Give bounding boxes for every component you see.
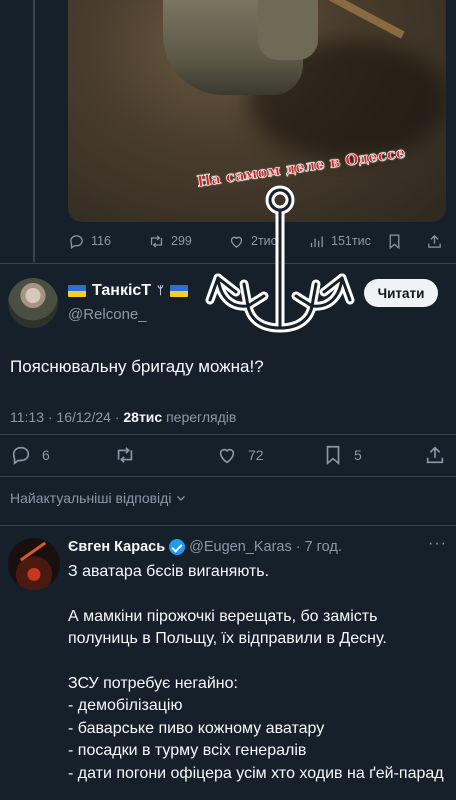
reply-author-handle[interactable]: @Eugen_Karas: [189, 539, 292, 555]
retweet-icon: [117, 447, 133, 463]
thread-line: [33, 0, 35, 262]
heart-icon: [219, 448, 235, 464]
reply-action[interactable]: 6: [10, 441, 50, 469]
reply-time[interactable]: · 7 год.: [296, 539, 342, 555]
tweet-views-label: переглядів: [166, 409, 237, 425]
reply-line-gap: [68, 584, 448, 606]
reply-line: - демобілізацію: [68, 697, 183, 714]
avatar[interactable]: [8, 278, 58, 328]
reply-icon: [70, 234, 83, 249]
more-options-icon[interactable]: ···: [428, 535, 447, 553]
share-action[interactable]: [426, 230, 443, 252]
ukraine-flag-icon: [68, 285, 86, 297]
avatar[interactable]: [8, 538, 60, 590]
retweet-count: 299: [171, 234, 192, 248]
reply-header: Євген Карась @Eugen_Karas · 7 год.: [68, 539, 342, 555]
reply-text: З аватара бєсів виганяють. А мамкіни пір…: [68, 561, 448, 785]
chevron-down-icon: [177, 496, 186, 501]
reply-line: А мамкіни пірожочкі верещать, бо замість…: [68, 607, 387, 648]
reply-count: 116: [91, 234, 111, 248]
share-action[interactable]: [424, 441, 446, 469]
reply-icon: [12, 446, 30, 465]
like-action[interactable]: 72: [216, 441, 264, 469]
ukraine-flag-icon: [169, 285, 188, 297]
bookmark-action[interactable]: 5: [322, 441, 362, 469]
tweet-meta: 11:13 · 16/12/24 · 28тис переглядів: [10, 409, 236, 425]
author-handle[interactable]: @Relcone_: [68, 306, 147, 323]
divider: [0, 434, 456, 435]
author-name-row[interactable]: ТанкісТ ᛘ: [68, 282, 188, 300]
reply-line-gap: [68, 651, 448, 673]
divider: [0, 525, 456, 526]
anchor-icon: [205, 185, 355, 333]
reply-sort-selector[interactable]: Найактуальніші відповіді: [10, 490, 187, 506]
tweet-text: Пояснювальну бригаду можна!?: [10, 357, 264, 376]
reply-action[interactable]: 116: [68, 230, 111, 252]
reply-author-name[interactable]: Євген Карась: [68, 539, 165, 555]
reply-line: З аватара бєсів виганяють.: [68, 563, 270, 580]
bookmark-icon: [326, 445, 340, 466]
tweet-timestamp[interactable]: 11:13 · 16/12/24 ·: [10, 409, 123, 425]
retweet-action[interactable]: 299: [148, 230, 192, 252]
like-count: 72: [248, 447, 264, 463]
retweet-action[interactable]: [114, 441, 136, 469]
bookmark-icon: [389, 233, 400, 249]
main-tweet-actions: 6 72 5: [0, 441, 456, 469]
bookmark-action[interactable]: [386, 230, 403, 252]
retweet-icon: [150, 234, 163, 248]
reply-line: - баварське пиво кожному аватару: [68, 719, 325, 737]
follow-button[interactable]: Читати: [364, 279, 438, 307]
trident-icon: ᛘ: [157, 285, 164, 297]
tweet-views-count: 28тис: [123, 409, 163, 425]
reply-line: - дати погони офіцера усім хто ходив на …: [68, 764, 444, 782]
sort-label: Найактуальніші відповіді: [10, 490, 172, 506]
reply-count: 6: [42, 447, 50, 463]
wooden-stick: [321, 0, 405, 39]
share-icon: [428, 234, 441, 248]
reply-line: ЗСУ потребує негайно:: [68, 674, 238, 692]
reply-line: - посадки в турму всіх генералів: [68, 742, 307, 759]
soldier-figure-2: [258, 0, 318, 60]
verified-badge-icon: [169, 539, 186, 555]
bookmark-count: 5: [354, 447, 362, 463]
share-icon: [426, 446, 444, 464]
divider: [0, 476, 456, 477]
author-name: ТанкісТ: [92, 282, 152, 299]
